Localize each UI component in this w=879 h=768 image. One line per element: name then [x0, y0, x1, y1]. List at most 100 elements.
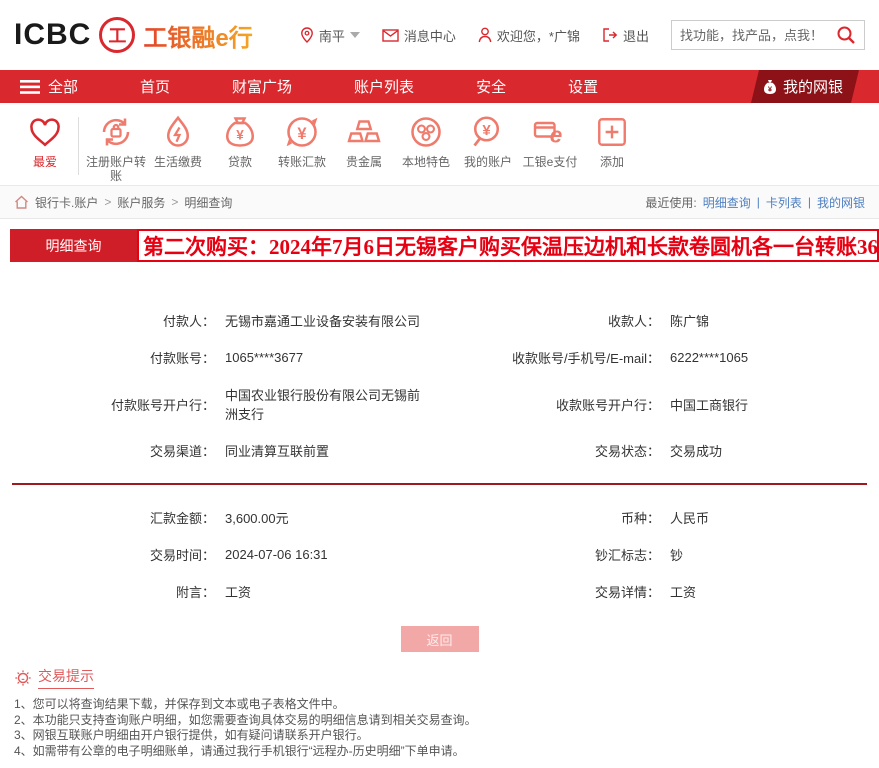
- field-label: 收款账号/手机号/E-mail：: [430, 348, 660, 367]
- icbc-logo: ICBC 工 工银融e行: [14, 17, 253, 53]
- recent-used-label: 最近使用:: [645, 194, 696, 211]
- hamburger-icon: [20, 80, 40, 94]
- toolbar-item-utility[interactable]: 生活缴费: [147, 113, 209, 169]
- toolbar-divider: [78, 117, 79, 175]
- field-row: 付款账号开户行： 中国农业银行股份有限公司无锡前洲支行 收款账号开户行： 中国工…: [0, 376, 879, 432]
- epay-card-icon: e: [531, 113, 569, 151]
- search-box: [671, 20, 865, 50]
- section-divider: [12, 483, 867, 485]
- location-label: 南平: [319, 26, 345, 45]
- field-label: 币种：: [430, 508, 660, 527]
- recent-separator: |: [757, 195, 760, 209]
- field-row: 付款人： 无锡市嘉通工业设备安装有限公司 收款人： 陈广锦: [0, 302, 879, 339]
- toolbar-item-favorite[interactable]: 最爱: [14, 113, 76, 169]
- nav-item-home[interactable]: 首页: [140, 76, 170, 97]
- recent-link-card-list[interactable]: 卡列表: [766, 194, 802, 211]
- payer-account: 1065****3677: [225, 350, 420, 365]
- my-ebank-label: 我的网银: [783, 76, 843, 97]
- toolbar-label: 我的账户: [464, 155, 512, 169]
- breadcrumb-separator: >: [171, 195, 178, 209]
- toolbar-item-remit[interactable]: ¥ 转账汇款: [271, 113, 333, 169]
- nav-item-accounts[interactable]: 账户列表: [354, 76, 414, 97]
- remit-amount: 3,600.00元: [225, 508, 420, 527]
- search-input[interactable]: [680, 28, 830, 43]
- toolbar-label: 添加: [600, 155, 624, 169]
- tips-title: 交易提示: [38, 666, 94, 689]
- quick-toolbar: 最爱 注册账户转账 生活缴费 ¥ 贷款 ¥ 转账汇款 贵金属 本地特色: [0, 103, 879, 185]
- toolbar-label: 贵金属: [346, 155, 382, 169]
- toolbar-item-loan[interactable]: ¥ 贷款: [209, 113, 271, 169]
- toolbar-item-add[interactable]: 添加: [581, 113, 643, 169]
- logout-icon: [602, 28, 618, 42]
- nav-item-wealth[interactable]: 财富广场: [232, 76, 292, 97]
- payer-bank: 中国农业银行股份有限公司无锡前洲支行: [225, 385, 420, 423]
- toolbar-label: 生活缴费: [154, 155, 202, 169]
- add-plus-icon: [593, 113, 631, 151]
- back-button[interactable]: 返回: [401, 626, 479, 652]
- remit-cycle-icon: ¥: [283, 113, 321, 151]
- logout-link[interactable]: 退出: [602, 26, 649, 45]
- tip-item: 3、网银互联账户明细由开户银行提供，如有疑问请联系开户银行。: [14, 728, 865, 744]
- field-row: 付款账号： 1065****3677 收款账号/手机号/E-mail： 6222…: [0, 339, 879, 376]
- location-pin-icon: [300, 27, 314, 43]
- nav-item-settings[interactable]: 设置: [568, 76, 598, 97]
- field-label: 汇款金额：: [0, 508, 215, 527]
- nav-item-security[interactable]: 安全: [476, 76, 506, 97]
- transaction-tips: 交易提示 1、您可以将查询结果下载，并保存到文本或电子表格文件中。 2、本功能只…: [14, 666, 865, 759]
- toolbar-label: 本地特色: [402, 155, 450, 169]
- svg-text:¥: ¥: [297, 125, 307, 143]
- field-label: 付款账号开户行：: [0, 395, 215, 414]
- field-label: 钞汇标志：: [430, 545, 660, 564]
- field-label: 收款账号开户行：: [430, 395, 660, 414]
- toolbar-item-register-transfer[interactable]: 注册账户转账: [85, 113, 147, 183]
- recent-link-my-ebank[interactable]: 我的网银: [817, 194, 865, 211]
- local-feature-icon: [407, 113, 445, 151]
- svg-text:e: e: [550, 123, 563, 148]
- brand-name: 工银融e行: [143, 18, 252, 53]
- field-label: 附言：: [0, 582, 215, 601]
- transaction-detail: 工资: [670, 582, 879, 601]
- location-selector[interactable]: 南平: [300, 26, 360, 45]
- lightbulb-icon: [14, 669, 32, 687]
- breadcrumb-item-cards[interactable]: 银行卡.账户: [35, 194, 98, 211]
- icbc-logo-text: ICBC: [14, 18, 91, 52]
- annotation-box: 第二次购买：2024年7月6日无锡客户购买保温压边机和长款卷圆机各一台转账360…: [137, 229, 879, 262]
- envelope-icon: [382, 29, 399, 42]
- welcome-user[interactable]: 欢迎您，*广锦: [478, 26, 580, 45]
- message-center-link[interactable]: 消息中心: [382, 26, 456, 45]
- my-ebank-button[interactable]: ¥ 我的网银: [751, 70, 859, 103]
- svg-text:¥: ¥: [236, 128, 244, 143]
- toolbar-item-local[interactable]: 本地特色: [395, 113, 457, 169]
- tips-list: 1、您可以将查询结果下载，并保存到文本或电子表格文件中。 2、本功能只支持查询账…: [14, 697, 865, 759]
- icbc-emblem-icon: 工: [99, 17, 135, 53]
- loan-bag-icon: ¥: [221, 113, 259, 151]
- utility-drop-icon: [159, 113, 197, 151]
- nav-item-all[interactable]: 全部: [20, 76, 78, 97]
- tips-header: 交易提示: [14, 666, 865, 689]
- welcome-label: 欢迎您，*广锦: [497, 26, 580, 45]
- logout-label: 退出: [623, 26, 649, 45]
- toolbar-item-gold[interactable]: 贵金属: [333, 113, 395, 169]
- toolbar-item-my-account[interactable]: ¥ 我的账户: [457, 113, 519, 169]
- tip-item: 4、如需带有公章的电子明细账单，请通过我行手机银行“远程办-历史明细”下单申请。: [14, 744, 865, 760]
- message-center-label: 消息中心: [404, 26, 456, 45]
- field-row: 交易时间： 2024-07-06 16:31 钞汇标志： 钞: [0, 536, 879, 573]
- cash-remit-flag: 钞: [670, 545, 879, 564]
- payee-name: 陈广锦: [670, 311, 879, 330]
- toolbar-label: 贷款: [228, 155, 252, 169]
- toolbar-label: 转账汇款: [278, 155, 326, 169]
- breadcrumb-item-services[interactable]: 账户服务: [117, 194, 165, 211]
- nav-label-all: 全部: [48, 76, 78, 97]
- field-label: 交易时间：: [0, 545, 215, 564]
- recent-separator: |: [808, 195, 811, 209]
- recent-link-detail-query[interactable]: 明细查询: [703, 194, 751, 211]
- gold-bars-icon: [345, 113, 383, 151]
- search-icon[interactable]: [836, 25, 856, 45]
- main-nav: 全部 首页 财富广场 账户列表 安全 设置 ¥ 我的网银: [0, 70, 879, 103]
- page-title-row: 明细查询 第二次购买：2024年7月6日无锡客户购买保温压边机和长款卷圆机各一台…: [10, 229, 879, 262]
- toolbar-item-epay[interactable]: e 工银e支付: [519, 113, 581, 169]
- money-bag-icon: ¥: [763, 79, 777, 95]
- breadcrumb-item-detail-query: 明细查询: [184, 194, 232, 211]
- person-icon: [478, 27, 492, 43]
- heart-icon: [26, 113, 64, 151]
